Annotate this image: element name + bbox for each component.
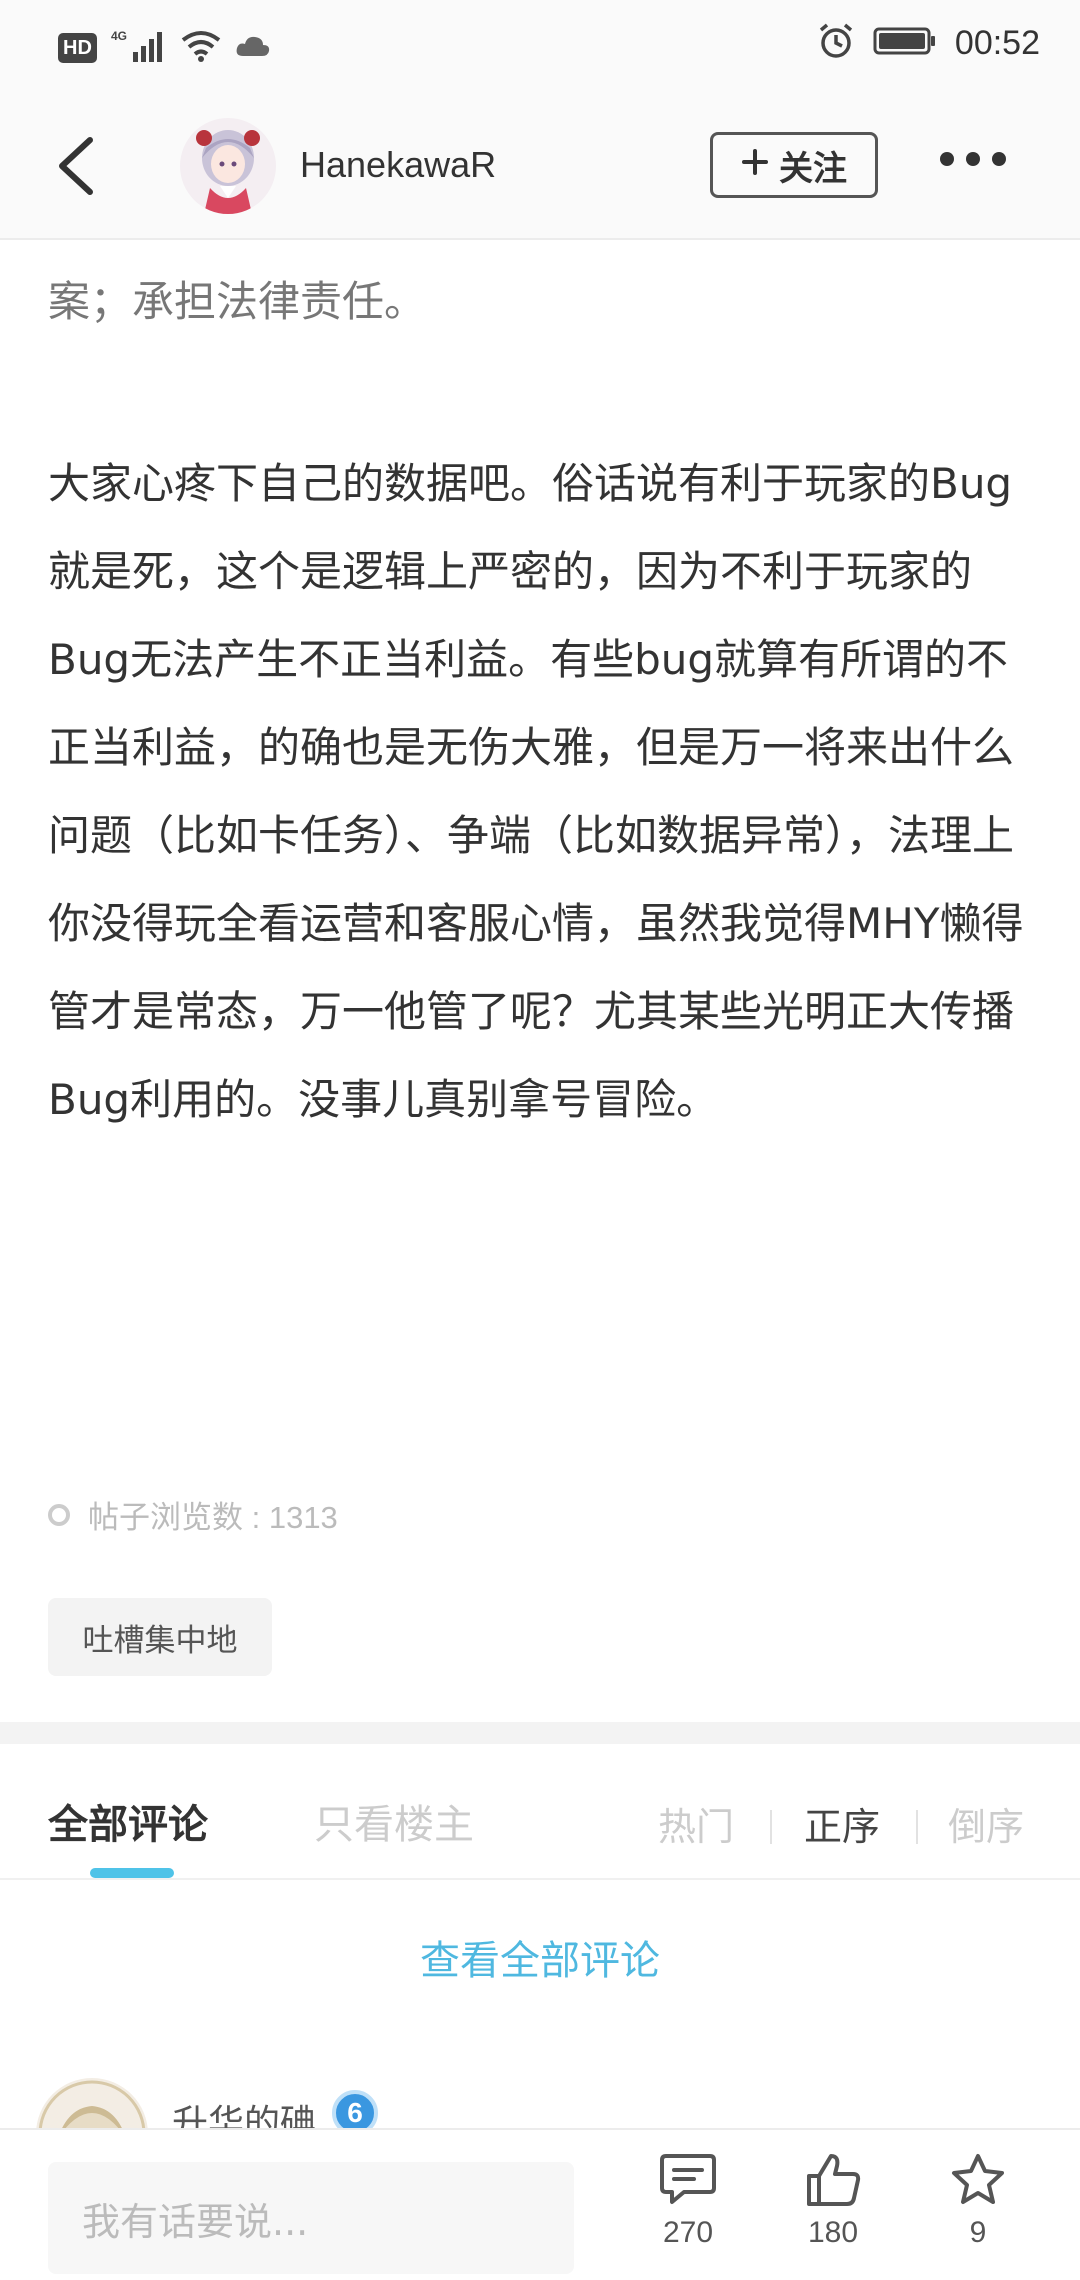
battery-icon	[873, 26, 937, 60]
comment-icon	[660, 2154, 716, 2204]
topic-tag[interactable]: 吐槽集中地	[48, 1598, 272, 1676]
view-count-label: 帖子浏览数 : 1313	[88, 1500, 338, 1535]
comment-tabs: 全部评论 只看楼主 热门 正序 倒序	[0, 1744, 1080, 1880]
favorite-count: 9	[969, 2216, 987, 2249]
view-all-comments-link[interactable]: 查看全部评论	[0, 1928, 1080, 1986]
section-divider	[0, 1722, 1080, 1744]
hd-badge: HD	[58, 33, 97, 63]
author-name[interactable]: HanekawaR	[300, 144, 496, 186]
tab-op-only[interactable]: 只看楼主	[314, 1792, 474, 1850]
active-tab-indicator	[90, 1868, 174, 1878]
svg-text:4G: 4G	[111, 29, 127, 43]
like-count: 180	[807, 2216, 859, 2249]
cloud-icon	[235, 34, 271, 62]
status-bar: HD 4G 00:52	[0, 0, 1080, 92]
bottom-action-bar: 我有话要说... 270 180 9	[0, 2128, 1080, 2280]
sort-ascending[interactable]: 正序	[804, 1796, 880, 1851]
view-count: 帖子浏览数 : 1313	[48, 1492, 338, 1537]
follow-button[interactable]: 关注	[710, 132, 878, 198]
sort-separator	[916, 1810, 918, 1844]
wifi-icon	[181, 30, 221, 66]
comment-input[interactable]: 我有话要说...	[48, 2162, 574, 2274]
signal-icon: 4G	[111, 28, 167, 68]
favorite-action[interactable]: 9	[918, 2152, 1038, 2250]
post-header: HanekawaR 关注	[0, 92, 1080, 240]
comment-action[interactable]: 270	[628, 2152, 748, 2250]
tab-all-comments[interactable]: 全部评论	[48, 1792, 208, 1850]
sort-descending[interactable]: 倒序	[948, 1796, 1024, 1851]
sort-separator	[770, 1810, 772, 1844]
article-paragraph: 大家心疼下自己的数据吧。俗话说有利于玩家的Bug就是死，这个是逻辑上严密的，因为…	[48, 459, 1024, 1124]
back-arrow-icon	[59, 137, 93, 195]
like-action[interactable]: 180	[773, 2152, 893, 2250]
plus-icon	[741, 145, 769, 185]
clock: 00:52	[954, 23, 1040, 62]
status-left: HD 4G	[58, 28, 271, 68]
sort-hot[interactable]: 热门	[658, 1796, 734, 1851]
follow-label: 关注	[779, 148, 847, 189]
view-dot-icon	[48, 1503, 70, 1526]
comment-count: 270	[662, 2216, 714, 2249]
article-partial-line: 案；承担法律责任。	[48, 277, 427, 326]
more-menu-icon[interactable]	[940, 152, 1006, 166]
back-button[interactable]	[50, 134, 110, 198]
author-avatar[interactable]	[180, 118, 276, 214]
alarm-icon	[817, 22, 855, 64]
star-icon	[952, 2154, 1004, 2204]
status-right: 00:52	[817, 22, 1040, 64]
thumbs-up-icon	[807, 2154, 861, 2206]
